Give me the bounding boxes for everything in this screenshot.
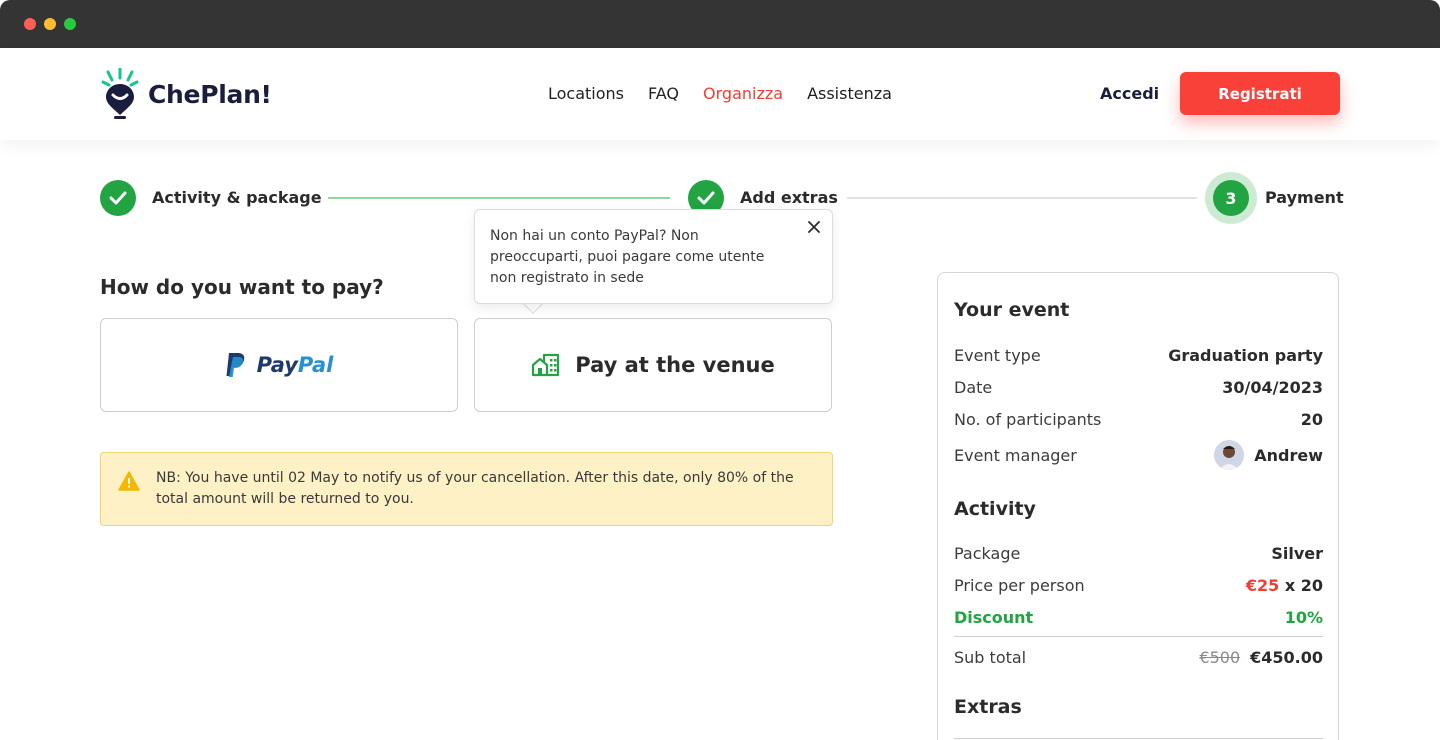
step-3-label: Payment — [1265, 188, 1344, 207]
login-link[interactable]: Accedi — [1100, 84, 1159, 103]
date-label: Date — [954, 377, 993, 397]
step-1-check-icon — [100, 180, 136, 216]
package-label: Package — [954, 543, 1021, 563]
event-manager-value: Andrew — [1254, 445, 1323, 465]
maximize-window-button[interactable] — [64, 18, 76, 30]
paypal-wordmark: PayPal — [256, 353, 334, 377]
summary-divider — [954, 636, 1323, 637]
event-type-label: Event type — [954, 345, 1041, 365]
event-type-value: Graduation party — [1168, 345, 1323, 365]
price-multiplier: x 20 — [1284, 575, 1323, 595]
nav-faq[interactable]: FAQ — [648, 84, 679, 103]
venue-building-icon — [532, 353, 560, 377]
nav-organizza[interactable]: Organizza — [703, 84, 783, 103]
nav-locations[interactable]: Locations — [548, 84, 624, 103]
event-type-row: Event type Graduation party — [954, 343, 1323, 367]
your-event-heading: Your event — [954, 299, 1070, 321]
brand-name: ChePlan! — [148, 79, 272, 109]
step-3-number: 3 — [1213, 180, 1249, 216]
participants-value: 20 — [1300, 409, 1323, 429]
price-value: €25 — [1245, 575, 1280, 595]
site-header: ChePlan! Locations FAQ Organizza Assiste… — [0, 48, 1440, 140]
step-1-label[interactable]: Activity & package — [152, 188, 322, 207]
pay-at-venue-label: Pay at the venue — [575, 353, 775, 377]
participants-label: No. of participants — [954, 409, 1102, 429]
paypal-tooltip: Non hai un conto PayPal? Non preoccupart… — [474, 209, 833, 304]
paypal-icon — [226, 353, 244, 377]
step-connector-1 — [328, 197, 670, 199]
logo[interactable]: ChePlan! — [100, 68, 272, 120]
window-titlebar — [0, 0, 1440, 48]
extras-heading: Extras — [954, 696, 1022, 718]
package-row: Package Silver — [954, 541, 1323, 565]
event-manager-row: Event manager Andrew — [954, 440, 1323, 470]
date-row: Date 30/04/2023 — [954, 375, 1323, 399]
close-window-button[interactable] — [24, 18, 36, 30]
notice-text: NB: You have until 02 May to notify us o… — [156, 470, 794, 507]
subtotal-row: Sub total €500 €450.00 — [954, 645, 1323, 669]
paypal-option[interactable]: PayPal — [100, 318, 458, 412]
main-nav: Locations FAQ Organizza Assistenza — [548, 84, 892, 103]
cheplan-logo-icon — [101, 68, 139, 119]
event-manager-label: Event manager — [954, 445, 1077, 465]
package-value: Silver — [1271, 543, 1323, 563]
activity-heading: Activity — [954, 498, 1036, 520]
payment-question: How do you want to pay? — [100, 275, 384, 299]
discount-label: Discount — [954, 607, 1034, 627]
date-value: 30/04/2023 — [1222, 377, 1323, 397]
warning-icon — [118, 471, 140, 491]
subtotal-label: Sub total — [954, 647, 1027, 667]
avatar — [1214, 440, 1245, 470]
cancellation-notice: NB: You have until 02 May to notify us o… — [100, 452, 833, 526]
price-row: Price per person €25 x 20 — [954, 573, 1323, 597]
subtotal-original: €500 — [1199, 647, 1241, 667]
pay-at-venue-option[interactable]: Pay at the venue — [474, 318, 832, 412]
step-2-label[interactable]: Add extras — [740, 188, 838, 207]
minimize-window-button[interactable] — [44, 18, 56, 30]
discount-row: Discount 10% — [954, 605, 1323, 629]
order-summary-panel: Your event Event type Graduation party D… — [937, 272, 1339, 740]
extras-divider — [954, 738, 1323, 739]
discount-value: 10% — [1284, 607, 1323, 627]
participants-row: No. of participants 20 — [954, 407, 1323, 431]
price-label: Price per person — [954, 575, 1085, 595]
nav-assistenza[interactable]: Assistenza — [807, 84, 892, 103]
subtotal-value: €450.00 — [1250, 647, 1323, 667]
signup-button[interactable]: Registrati — [1180, 72, 1340, 115]
close-icon[interactable] — [806, 219, 822, 235]
step-connector-2 — [847, 197, 1197, 199]
tooltip-text: Non hai un conto PayPal? Non preoccupart… — [490, 228, 765, 286]
